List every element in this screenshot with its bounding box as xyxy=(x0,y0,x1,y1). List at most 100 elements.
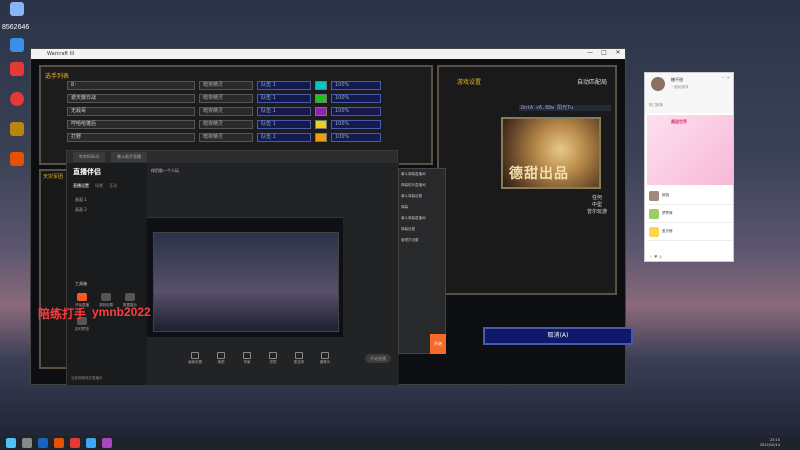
list-item[interactable]: 梦梦熊 xyxy=(647,205,733,223)
screen-icon xyxy=(191,352,199,359)
stream-title: 伴侣助一个人玩 xyxy=(151,168,179,173)
maximize-icon[interactable]: □ xyxy=(597,49,611,59)
start-icon[interactable] xyxy=(6,438,16,448)
player-team[interactable]: 队伍 1 xyxy=(257,107,311,116)
desktop-icon-app5[interactable] xyxy=(2,152,32,167)
avatar xyxy=(649,226,659,237)
player-row[interactable]: 哼哈哈蓬后 暗夜精灵 队伍 1 100% xyxy=(67,120,381,129)
player-race[interactable]: 暗夜精灵 xyxy=(199,107,253,116)
bottom-toolbar: 画面设置 美颜 背景 滤镜 麦克风 摄像头 xyxy=(187,352,333,365)
player-handicap[interactable]: 100% xyxy=(331,94,381,103)
tool-mic[interactable]: 麦克风 xyxy=(291,352,307,365)
player-race[interactable]: 暗夜精灵 xyxy=(199,133,253,142)
game-titlebar: Warcraft III — □ ✕ xyxy=(31,49,625,59)
desktop-icon-app2[interactable] xyxy=(2,62,32,77)
player-row[interactable]: 8· 暗夜精灵 队伍 1 100% xyxy=(67,81,381,90)
profile-header: 糖不甜 一起玩游戏 — ✕ 热门推荐 xyxy=(645,73,733,113)
minimize-icon[interactable]: — xyxy=(583,49,597,59)
map-info-author: 曾尔玩游 xyxy=(586,209,607,215)
desktop-icon-app4[interactable] xyxy=(2,122,32,137)
panel-tabs[interactable]: 热门推荐 xyxy=(649,103,663,108)
search-icon[interactable] xyxy=(22,438,32,448)
player-color[interactable] xyxy=(315,107,327,116)
background-icon xyxy=(243,352,251,359)
player-color[interactable] xyxy=(315,94,327,103)
profile-sub: 一起玩游戏 xyxy=(671,85,689,89)
player-team[interactable]: 队伍 1 xyxy=(257,81,311,90)
panel-footer[interactable]: ☆ ♥ ◎ xyxy=(649,254,662,259)
desktop-icon-computer[interactable] xyxy=(2,2,32,17)
player-color[interactable] xyxy=(315,81,327,90)
player-handicap[interactable]: 100% xyxy=(331,133,381,142)
game-settings-panel: 游戏设置 自动匹配局 DotA v6.88w 阳光Tu 德甜出品 任何 中型 曾… xyxy=(437,65,617,295)
tab-interact[interactable]: 互动 xyxy=(109,183,117,189)
tab-scene[interactable]: 场景 xyxy=(95,183,103,189)
game-window-title: Warcraft III xyxy=(47,51,75,57)
start-live-button[interactable]: 开始直播 xyxy=(365,354,391,363)
tool-screen[interactable]: 画面设置 xyxy=(187,352,203,365)
player-color[interactable] xyxy=(315,133,327,142)
map-caption: 德甜出品 xyxy=(509,166,569,182)
preview-capture xyxy=(153,232,339,332)
filter-icon xyxy=(269,352,277,359)
player-team[interactable]: 队伍 1 xyxy=(257,133,311,142)
taskbar-app-icon[interactable] xyxy=(54,438,64,448)
menu-item[interactable]: 暴斗弹幕直播间 xyxy=(399,213,445,224)
player-handicap[interactable]: 100% xyxy=(331,81,381,90)
watermark-left: 陪练打手 xyxy=(38,307,87,321)
orange-start-button[interactable]: 开始 xyxy=(430,334,446,354)
tool-camera[interactable]: 摄像头 xyxy=(317,352,333,365)
taskbar-app-icon[interactable] xyxy=(86,438,96,448)
player-handicap[interactable]: 100% xyxy=(331,120,381,129)
menu-item[interactable]: 管理员设置 xyxy=(399,235,445,246)
avatar[interactable] xyxy=(651,77,665,91)
promo-banner[interactable]: 邂逅世界 xyxy=(647,115,733,185)
player-name: 哼哈哈蓬后 xyxy=(67,120,195,129)
menu-item[interactable]: 弹幕 xyxy=(399,202,445,213)
scene-item[interactable]: 画面 2 xyxy=(75,207,87,213)
taskbar-app-icon[interactable] xyxy=(102,438,112,448)
player-team[interactable]: 队伍 1 xyxy=(257,94,311,103)
taskbar: 23:15 2022/10/14 xyxy=(0,436,800,450)
social-app-panel: 糖不甜 一起玩游戏 — ✕ 热门推荐 邂逅世界 桃桃 梦梦熊 宝贝熊 ☆ ♥ ◎ xyxy=(644,72,734,262)
tab-live-assistant[interactable]: 暴斗助手直播 xyxy=(110,152,147,162)
cancel-button[interactable]: 取消(A) xyxy=(483,327,633,345)
data-icon xyxy=(125,293,135,301)
player-color[interactable] xyxy=(315,120,327,129)
streaming-app-window: 哔哔Bilibili 暴斗助手直播 直播伴侣 直播设置 场景 互动 画面 1 画… xyxy=(66,150,399,385)
status-text: 当前网络良好直播中 xyxy=(71,376,103,380)
player-row[interactable]: 遮天蔽日战 暗夜精灵 队伍 1 100% xyxy=(67,94,381,103)
desktop-icon-app3[interactable] xyxy=(2,92,32,107)
tool-beauty[interactable]: 美颜 xyxy=(213,352,229,365)
player-row[interactable]: 无敌哥 暗夜精灵 队伍 1 100% xyxy=(67,107,381,116)
tab-bilibili[interactable]: 哔哔Bilibili xyxy=(73,152,105,162)
tab-live-settings[interactable]: 直播设置 xyxy=(73,183,89,189)
desktop-icon-app1[interactable] xyxy=(2,38,32,53)
menu-item[interactable]: 暴斗弹幕设置 xyxy=(399,191,445,202)
map-preview: 德甜出品 xyxy=(501,117,601,189)
player-race[interactable]: 暗夜精灵 xyxy=(199,81,253,90)
player-name: 遮天蔽日战 xyxy=(67,94,195,103)
taskbar-app-icon[interactable] xyxy=(38,438,48,448)
menu-item[interactable]: 暴斗弹幕直播间 xyxy=(399,169,445,180)
close-icon[interactable]: — ✕ xyxy=(721,75,730,80)
menu-item[interactable]: 弹幕助手直播间 xyxy=(399,180,445,191)
scene-item[interactable]: 画面 1 xyxy=(75,197,87,203)
player-race[interactable]: 暗夜精灵 xyxy=(199,94,253,103)
tool-filter[interactable]: 滤镜 xyxy=(265,352,281,365)
player-team[interactable]: 队伍 1 xyxy=(257,120,311,129)
list-item[interactable]: 宝贝熊 xyxy=(647,223,733,241)
mic-icon xyxy=(295,352,303,359)
player-row[interactable]: 打野 暗夜精灵 队伍 1 100% xyxy=(67,133,381,142)
live-icon xyxy=(77,293,87,301)
clock-date: 2022/10/14 xyxy=(759,443,780,447)
stream-header: 伴侣助一个人玩 xyxy=(147,163,399,179)
player-race[interactable]: 暗夜精灵 xyxy=(199,120,253,129)
clock[interactable]: 23:15 2022/10/14 xyxy=(760,438,780,448)
close-icon[interactable]: ✕ xyxy=(611,49,625,59)
menu-item[interactable]: 弹幕设置 xyxy=(399,224,445,235)
taskbar-app-icon[interactable] xyxy=(70,438,80,448)
list-item[interactable]: 桃桃 xyxy=(647,187,733,205)
tool-background[interactable]: 背景 xyxy=(239,352,255,365)
player-handicap[interactable]: 100% xyxy=(331,107,381,116)
